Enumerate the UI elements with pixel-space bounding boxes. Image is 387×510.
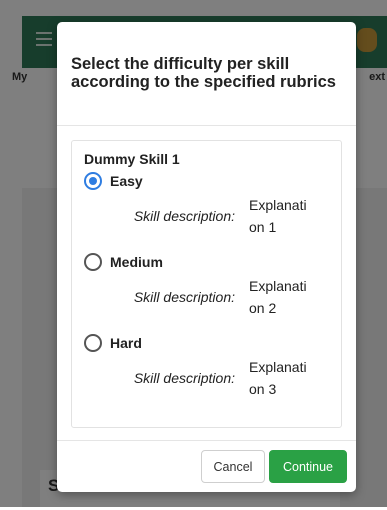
cancel-button[interactable]: Cancel: [201, 450, 265, 483]
easy-label[interactable]: Easy: [110, 173, 143, 189]
modal-title: Select the difficulty per skill accordin…: [71, 55, 336, 91]
skill-name: Dummy Skill 1: [84, 151, 180, 167]
medium-description-label: Skill description:: [133, 289, 235, 305]
hard-radio[interactable]: [84, 334, 102, 352]
easy-description-value: Explanation 1: [249, 197, 307, 235]
hard-description-label: Skill description:: [133, 370, 235, 386]
continue-button[interactable]: Continue: [269, 450, 347, 483]
difficulty-option-easy: Easy Skill description: Explanation 1: [84, 171, 329, 252]
easy-radio[interactable]: [84, 172, 102, 190]
medium-radio[interactable]: [84, 253, 102, 271]
hard-label[interactable]: Hard: [110, 335, 142, 351]
easy-description-label: Skill description:: [133, 208, 235, 224]
medium-description-value: Explanation 2: [249, 278, 307, 316]
hard-description-value: Explanation 3: [249, 359, 307, 397]
difficulty-modal: Select the difficulty per skill accordin…: [57, 22, 356, 492]
medium-label[interactable]: Medium: [110, 254, 163, 270]
modal-footer: Cancel Continue: [57, 440, 356, 492]
difficulty-option-hard: Hard Skill description: Explanation 3: [84, 333, 329, 414]
modal-header: Select the difficulty per skill accordin…: [57, 22, 356, 126]
difficulty-option-medium: Medium Skill description: Explanation 2: [84, 252, 329, 333]
modal-body: Dummy Skill 1 Easy Skill description: Ex…: [57, 126, 356, 428]
skill-group: Dummy Skill 1 Easy Skill description: Ex…: [71, 140, 342, 428]
